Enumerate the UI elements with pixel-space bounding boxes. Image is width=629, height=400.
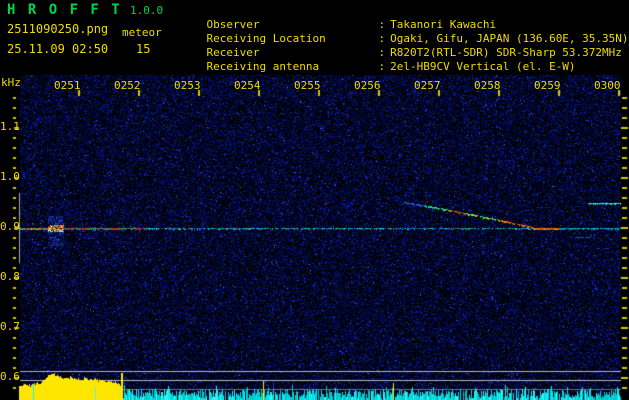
x-tick-label: 0256: [354, 80, 380, 92]
info-label: Receiving antenna: [207, 61, 379, 73]
output-filename: 2511090250.png: [7, 23, 108, 36]
y-tick-label: 1.0: [0, 171, 15, 184]
x-tick-label: 0254: [234, 80, 260, 92]
app-title: H R O F F T: [7, 3, 122, 18]
x-tick-label: 0257: [414, 80, 440, 92]
app-version: 1.0.0: [130, 5, 163, 17]
y-tick-label: 1.1: [0, 121, 15, 134]
x-tick-label: 0300: [594, 80, 620, 92]
observation-mode: meteor: [122, 27, 162, 39]
y-tick-label: 0.7: [0, 321, 15, 334]
y-tick-label: 0.9: [0, 221, 15, 234]
x-tick-label: 0259: [534, 80, 560, 92]
y-axis-unit-label: kHz: [1, 77, 21, 89]
observation-datetime: 25.11.09 02:50: [7, 43, 108, 56]
y-tick-label: 0.6: [0, 371, 15, 384]
y-tick-label: 0.8: [0, 271, 15, 284]
info-separator: :: [379, 60, 386, 73]
x-tick-label: 0258: [474, 80, 500, 92]
x-tick-label: 0255: [294, 80, 320, 92]
info-value: 2el-HB9CV Vertical (el. E-W): [390, 60, 575, 73]
x-tick-label: 0251: [54, 80, 80, 92]
echo-count: 15: [136, 43, 150, 56]
x-tick-label: 0252: [114, 80, 140, 92]
x-tick-label: 0253: [174, 80, 200, 92]
hrofft-screen: H R O F F T 1.0.0 2511090250.png meteor …: [0, 0, 629, 400]
